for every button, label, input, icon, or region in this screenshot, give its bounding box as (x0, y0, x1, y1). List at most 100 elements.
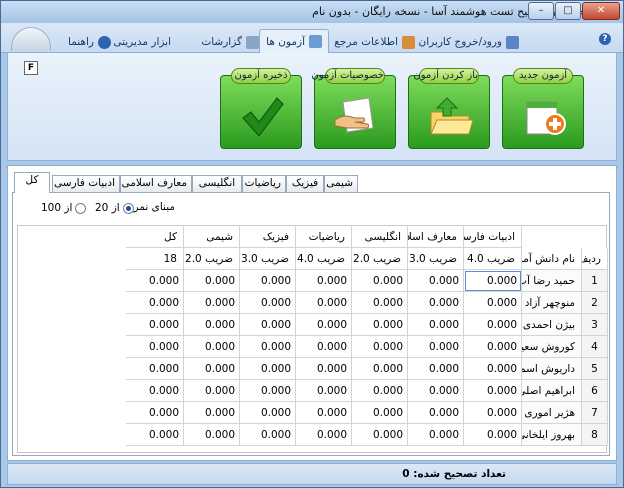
new-exam-button[interactable]: آزمون جدید (502, 68, 584, 149)
score-cell[interactable]: 0.000 (352, 380, 408, 402)
tab-help[interactable]: راهنما (68, 33, 111, 51)
tab-english[interactable]: انگلیسی (192, 175, 242, 192)
score-cell[interactable]: 0.000 (240, 270, 296, 292)
radio-out-of-100[interactable]: از 100 (41, 202, 87, 214)
tab-chemistry[interactable]: شیمی (324, 175, 358, 192)
radio-dot-20[interactable] (122, 202, 134, 214)
score-cell[interactable]: 0.000 (408, 424, 464, 446)
tab-persian-literature[interactable]: ادبیات فارسی (52, 175, 120, 192)
score-cell[interactable]: 0.000 (184, 270, 240, 292)
score-cell[interactable]: 0.000 (240, 292, 296, 314)
score-cell[interactable]: 0.000 (408, 402, 464, 424)
score-cell[interactable]: 0.000 (352, 336, 408, 358)
column-header-subject[interactable]: ریاضیات (296, 226, 352, 248)
column-header-name[interactable]: نام دانش آموز (522, 248, 582, 270)
column-header-subject[interactable]: فیزیک (240, 226, 296, 248)
column-header-subject[interactable]: شیمی (184, 226, 240, 248)
score-cell[interactable]: 0.000 (352, 292, 408, 314)
score-cell[interactable]: 0.000 (464, 380, 522, 402)
score-cell[interactable]: 0.000 (296, 358, 352, 380)
minimize-button[interactable]: – (528, 2, 554, 20)
tab-physics[interactable]: فیزیک (286, 175, 324, 192)
score-cell[interactable]: 0.000 (240, 402, 296, 424)
column-header-row[interactable]: ردیف (582, 248, 608, 270)
column-header-coefficient[interactable]: ضریب 4.0 (296, 248, 352, 270)
maximize-button[interactable]: □ (555, 2, 581, 20)
student-name-cell[interactable]: بیژن احمدی (522, 314, 582, 336)
score-cell[interactable]: 0.000 (126, 292, 184, 314)
column-header-coefficient[interactable]: ضریب 2.0 (184, 248, 240, 270)
score-cell[interactable]: 0.000 (296, 292, 352, 314)
score-cell[interactable]: 0.000 (464, 402, 522, 424)
score-cell[interactable]: 0.000 (464, 314, 522, 336)
tab-total[interactable]: کل (14, 172, 50, 193)
score-cell[interactable]: 0.000 (126, 402, 184, 424)
open-exam-button[interactable]: باز کردن آزمون (408, 68, 490, 149)
score-cell[interactable]: 0.000 (464, 424, 522, 446)
radio-out-of-20[interactable]: از 20 (95, 202, 134, 214)
column-header-coefficient[interactable]: ضریب 3.0 (408, 248, 464, 270)
column-header-coefficient[interactable]: 18 (126, 248, 184, 270)
column-header-subject[interactable]: معارف اسلا. (408, 226, 464, 248)
column-header-subject[interactable]: ادبیات فارسی (464, 226, 522, 248)
student-name-cell[interactable]: بهروز ایلخانی (522, 424, 582, 446)
score-cell[interactable]: 0.000 (408, 380, 464, 402)
help-icon[interactable]: ? (599, 33, 611, 45)
score-cell[interactable]: 0.000 (296, 336, 352, 358)
score-cell[interactable]: 0.000 (240, 358, 296, 380)
score-cell[interactable]: 0.000 (296, 380, 352, 402)
column-header-coefficient[interactable]: ضریب 3.0 (240, 248, 296, 270)
score-cell[interactable]: 0.000 (240, 336, 296, 358)
tab-math[interactable]: ریاضیات (242, 175, 286, 192)
student-name-cell[interactable]: هژیر اموری (522, 402, 582, 424)
score-cell[interactable]: 0.000 (296, 424, 352, 446)
score-cell[interactable]: 0.000 (126, 336, 184, 358)
score-cell[interactable]: 0.000 (240, 380, 296, 402)
score-cell[interactable]: 0.000 (184, 402, 240, 424)
app-orb-button[interactable] (11, 27, 51, 51)
score-cell[interactable]: 0.000 (126, 424, 184, 446)
score-cell[interactable]: 0.000 (184, 380, 240, 402)
score-cell[interactable]: 0.000 (408, 270, 464, 292)
score-cell[interactable]: 0.000 (464, 270, 522, 292)
tab-reports[interactable]: گزارشات (201, 33, 259, 51)
score-cell[interactable]: 0.000 (352, 402, 408, 424)
score-cell[interactable]: 0.000 (126, 380, 184, 402)
score-cell[interactable]: 0.000 (184, 314, 240, 336)
score-cell[interactable]: 0.000 (296, 314, 352, 336)
tab-users[interactable]: ورود/خروج کاربران (418, 33, 519, 51)
student-name-cell[interactable]: ابراهیم اصلی (522, 380, 582, 402)
score-cell[interactable]: 0.000 (408, 336, 464, 358)
score-cell[interactable]: 0.000 (296, 270, 352, 292)
column-header-subject[interactable]: انگلیسی (352, 226, 408, 248)
column-header-coefficient[interactable]: ضریب 4.0 (464, 248, 522, 270)
student-name-cell[interactable]: کوروش سعیدی (522, 336, 582, 358)
tab-admin-tools[interactable]: ابزار مدیریتی (113, 33, 171, 51)
score-cell[interactable]: 0.000 (126, 270, 184, 292)
student-name-cell[interactable]: حمید رضا آب روشن (522, 270, 582, 292)
scores-grid[interactable]: ادبیات فارسیمعارف اسلا.انگلیسیریاضیاتفیز… (17, 225, 608, 453)
tab-islamic-studies[interactable]: معارف اسلامی (120, 175, 192, 192)
score-cell[interactable]: 0.000 (352, 270, 408, 292)
score-cell[interactable]: 0.000 (240, 424, 296, 446)
column-header-subject[interactable]: کل (126, 226, 184, 248)
score-cell[interactable]: 0.000 (408, 292, 464, 314)
score-cell[interactable]: 0.000 (126, 358, 184, 380)
score-cell[interactable]: 0.000 (296, 402, 352, 424)
score-cell[interactable]: 0.000 (408, 358, 464, 380)
score-cell[interactable]: 0.000 (408, 314, 464, 336)
f-key-button[interactable]: F (24, 61, 38, 75)
save-exam-button[interactable]: ذخیره آزمون (220, 68, 302, 149)
score-cell[interactable]: 0.000 (184, 336, 240, 358)
score-cell[interactable]: 0.000 (464, 292, 522, 314)
score-cell[interactable]: 0.000 (126, 314, 184, 336)
tab-reference-data[interactable]: اطلاعات مرجع (334, 33, 415, 51)
radio-dot-100[interactable] (75, 202, 87, 214)
tab-exams[interactable]: آزمون ها (259, 29, 329, 53)
column-header-coefficient[interactable]: ضریب 2.0 (352, 248, 408, 270)
score-cell[interactable]: 0.000 (464, 358, 522, 380)
score-cell[interactable]: 0.000 (352, 424, 408, 446)
score-cell[interactable]: 0.000 (184, 424, 240, 446)
close-button[interactable]: ✕ (582, 2, 620, 20)
score-cell[interactable]: 0.000 (240, 314, 296, 336)
